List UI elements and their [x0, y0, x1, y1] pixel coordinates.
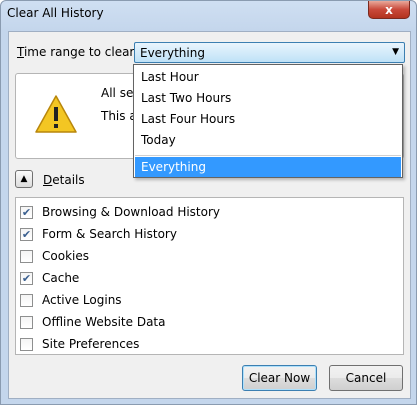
history-item-label: Cache — [42, 271, 80, 285]
history-item-site-prefs[interactable]: Site Preferences — [16, 333, 139, 355]
details-label: Details — [43, 173, 85, 187]
history-items-list: ✔ Browsing & Download History ✔ Form & S… — [15, 197, 404, 355]
history-item-label: Browsing & Download History — [42, 205, 221, 219]
history-item-browsing[interactable]: ✔ Browsing & Download History — [16, 201, 220, 223]
dropdown-separator — [135, 155, 401, 156]
checkbox-form-search[interactable]: ✔ — [20, 227, 33, 241]
history-item-cookies[interactable]: Cookies — [16, 245, 89, 267]
chevron-down-icon: ▼ — [392, 47, 399, 57]
details-label-text: etails — [52, 173, 85, 187]
option-everything[interactable]: Everything — [135, 157, 401, 177]
window-title: Clear All History — [7, 6, 104, 20]
history-item-label: Offline Website Data — [42, 315, 166, 329]
details-label-key: D — [43, 173, 53, 187]
clear-history-dialog: Clear All History x Time range to clear:… — [0, 0, 417, 405]
details-toggle-button[interactable]: ▲ — [15, 170, 33, 188]
checkbox-cache[interactable]: ✔ — [20, 271, 33, 285]
checkbox-cookies[interactable] — [20, 249, 33, 263]
option-last-two-hours[interactable]: Last Two Hours — [135, 88, 401, 108]
time-range-select[interactable]: Everything ▼ — [134, 42, 405, 63]
history-item-form-search[interactable]: ✔ Form & Search History — [16, 223, 177, 245]
time-range-value: Everything — [140, 45, 205, 60]
time-range-label-text: ime range to clear: — [23, 45, 139, 59]
checkbox-offline-data[interactable] — [20, 315, 33, 329]
chevron-up-icon: ▲ — [20, 174, 28, 184]
option-today[interactable]: Today — [135, 130, 401, 150]
time-range-label-key: T — [17, 45, 24, 59]
warning-icon — [35, 95, 77, 133]
close-icon: x — [385, 2, 393, 17]
title-bar: Clear All History x — [1, 1, 416, 29]
history-item-label: Site Preferences — [42, 337, 140, 351]
history-item-label: Form & Search History — [42, 227, 177, 241]
close-button[interactable]: x — [368, 1, 410, 19]
cancel-button[interactable]: Cancel — [329, 365, 403, 391]
history-item-active-logins[interactable]: Active Logins — [16, 289, 122, 311]
time-range-label: Time range to clear: — [17, 45, 138, 59]
history-item-label: Active Logins — [42, 293, 122, 307]
checkbox-active-logins[interactable] — [20, 293, 33, 307]
history-item-offline-data[interactable]: Offline Website Data — [16, 311, 166, 333]
history-item-cache[interactable]: ✔ Cache — [16, 267, 79, 289]
option-last-four-hours[interactable]: Last Four Hours — [135, 109, 401, 129]
history-item-label: Cookies — [42, 249, 89, 263]
clear-now-button[interactable]: Clear Now — [242, 365, 317, 391]
checkbox-site-prefs[interactable] — [20, 337, 33, 351]
time-range-dropdown: Last Hour Last Two Hours Last Four Hours… — [133, 64, 403, 178]
option-last-hour[interactable]: Last Hour — [135, 67, 401, 87]
checkbox-browsing[interactable]: ✔ — [20, 205, 33, 219]
